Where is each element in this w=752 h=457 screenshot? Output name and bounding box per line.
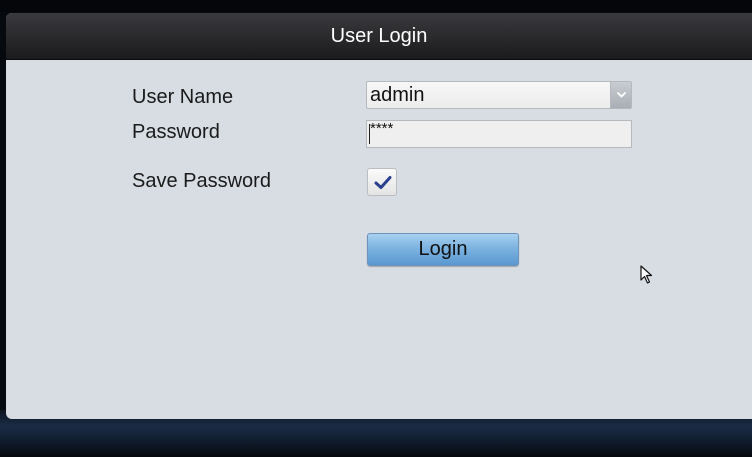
mouse-pointer-icon <box>640 265 653 284</box>
save-password-label: Save Password <box>132 170 271 192</box>
password-label: Password <box>132 121 220 143</box>
username-value: admin <box>370 84 425 106</box>
password-value: **** <box>370 120 394 137</box>
login-button-label: Login <box>418 238 468 260</box>
dialog-title-bar: User Login <box>6 13 752 60</box>
chevron-down-icon <box>616 91 627 98</box>
username-dropdown-button[interactable] <box>610 82 631 108</box>
checkmark-icon <box>374 176 392 189</box>
dialog-title: User Login <box>330 25 428 47</box>
password-field[interactable]: **** <box>366 120 632 148</box>
save-password-checkbox[interactable] <box>367 168 397 196</box>
login-button[interactable]: Login <box>367 233 519 266</box>
username-select[interactable]: admin <box>366 81 632 109</box>
top-edge-background <box>0 0 752 12</box>
user-login-dialog: User Login User Name admin Password ****… <box>6 13 752 419</box>
username-label: User Name <box>132 86 234 108</box>
